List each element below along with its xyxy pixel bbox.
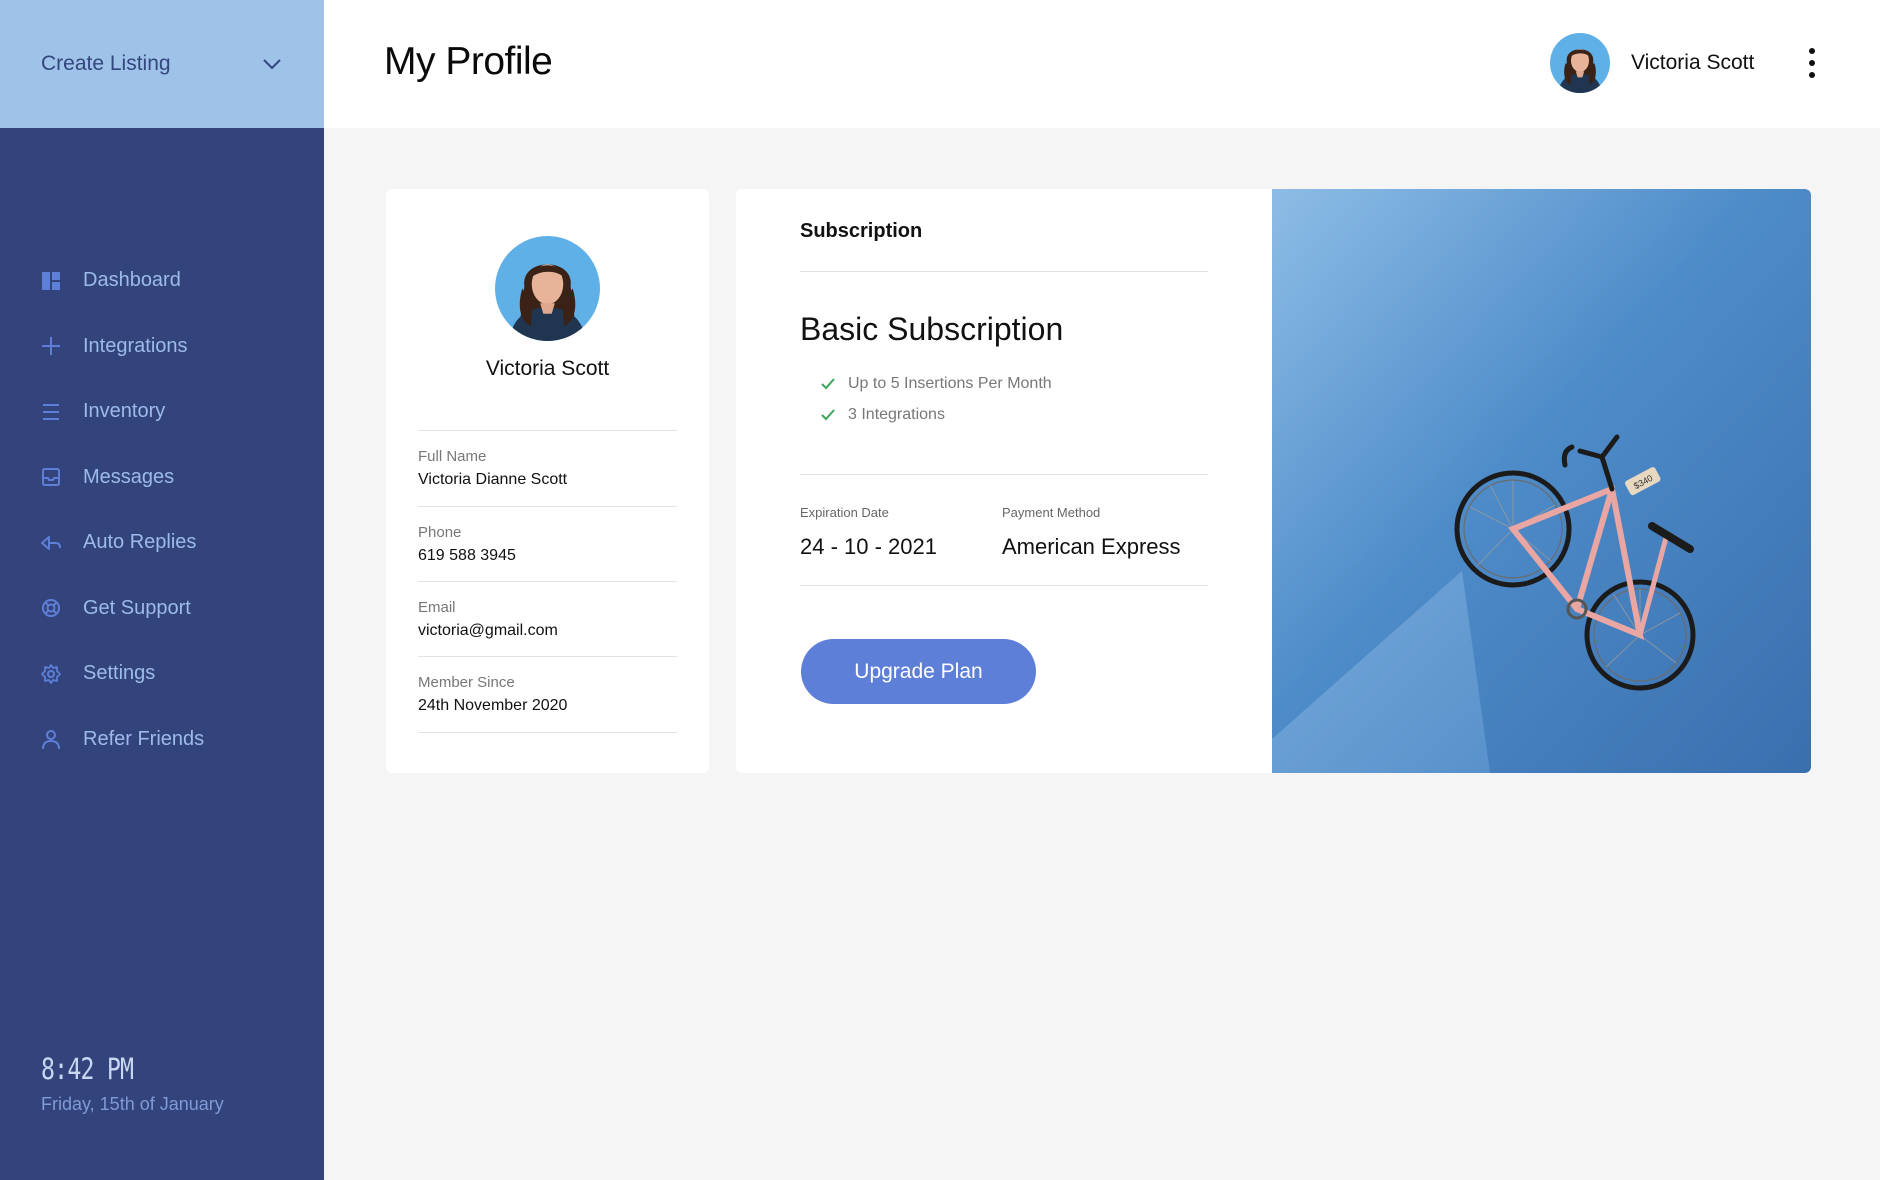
reply-icon [40, 532, 62, 554]
lifebuoy-icon [40, 597, 62, 619]
sidebar-item-get-support[interactable]: Get Support [0, 576, 324, 642]
sidebar-item-label: Auto Replies [83, 531, 197, 554]
field-value: Victoria Dianne Scott [418, 471, 568, 488]
payment-label: Payment Method [1002, 505, 1101, 520]
email-field: Email victoria@gmail.com [418, 581, 677, 640]
divider [800, 585, 1208, 586]
member-since-field: Member Since 24th November 2020 [418, 656, 677, 715]
sidebar-item-label: Messages [83, 465, 175, 488]
profile-card: Victoria Scott Full Name Victoria Dianne… [386, 189, 709, 773]
sidebar-item-label: Dashboard [83, 269, 181, 292]
top-header: My Profile Victoria Scott [324, 0, 1880, 128]
plan-name: Basic Subscription [800, 311, 1064, 347]
sidebar-item-label: Settings [83, 662, 156, 685]
check-icon [821, 378, 835, 390]
page-title: My Profile [384, 40, 553, 83]
payment-method: Payment Method American Express [1002, 505, 1181, 560]
field-label: Email [418, 599, 456, 616]
user-icon [40, 728, 62, 750]
sidebar-item-settings[interactable]: Settings [0, 641, 324, 707]
profile-avatar [495, 236, 600, 341]
expiration-value: 24 - 10 - 2021 [800, 534, 937, 559]
field-label: Phone [418, 524, 462, 541]
expiration-date: Expiration Date 24 - 10 - 2021 [800, 505, 937, 560]
sidebar-item-label: Get Support [83, 596, 191, 619]
expiration-label: Expiration Date [800, 505, 889, 520]
full-name-field: Full Name Victoria Dianne Scott [418, 430, 677, 489]
more-options-icon[interactable] [1804, 48, 1820, 78]
feature-item: 3 Integrations [820, 406, 945, 424]
field-value: 619 588 3945 [418, 547, 516, 564]
field-value: victoria@gmail.com [418, 622, 558, 639]
feature-label: Up to 5 Insertions Per Month [848, 375, 1052, 392]
bike-image: $340 [1272, 189, 1811, 773]
sidebar-item-inventory[interactable]: Inventory [0, 379, 324, 445]
feature-label: 3 Integrations [848, 406, 945, 423]
sidebar-item-dashboard[interactable]: Dashboard [0, 248, 324, 314]
clock-date: Friday, 15th of January [41, 1094, 224, 1114]
upgrade-plan-button[interactable]: Upgrade Plan [801, 639, 1036, 704]
sidebar-clock: 8:42 PM Friday, 15th of January [41, 1052, 224, 1115]
header-user-name[interactable]: Victoria Scott [1631, 51, 1754, 75]
sidebar-item-label: Integrations [83, 334, 188, 357]
sidebar-nav: Dashboard Integrations Inventory Message… [0, 248, 324, 772]
sidebar-item-auto-replies[interactable]: Auto Replies [0, 510, 324, 576]
inbox-icon [40, 466, 62, 488]
create-listing-dropdown[interactable]: Create Listing [0, 0, 324, 128]
check-icon [821, 409, 835, 421]
sidebar-item-label: Refer Friends [83, 727, 205, 750]
field-label: Member Since [418, 674, 515, 691]
subscription-heading: Subscription [800, 220, 923, 242]
payment-value: American Express [1002, 534, 1181, 559]
plus-icon [40, 335, 62, 357]
divider [800, 271, 1208, 272]
field-label: Full Name [418, 448, 487, 465]
phone-field: Phone 619 588 3945 [418, 506, 677, 565]
sidebar-item-integrations[interactable]: Integrations [0, 314, 324, 380]
field-value: 24th November 2020 [418, 697, 568, 714]
subscription-card: Subscription Basic Subscription Up to 5 … [736, 189, 1811, 773]
dashboard-icon [40, 270, 62, 292]
sidebar-item-messages[interactable]: Messages [0, 445, 324, 511]
list-icon [40, 401, 62, 423]
sidebar-item-label: Inventory [83, 400, 166, 423]
chevron-down-icon [263, 59, 281, 70]
clock-time: 8:42 PM [41, 1052, 134, 1086]
profile-name: Victoria Scott [485, 357, 610, 380]
sidebar: Create Listing Dashboard Integrations In… [0, 0, 324, 1180]
gear-icon [40, 663, 62, 685]
feature-item: Up to 5 Insertions Per Month [820, 375, 1052, 393]
divider [800, 474, 1208, 475]
create-listing-label: Create Listing [41, 52, 171, 75]
divider [418, 732, 677, 733]
sidebar-item-refer-friends[interactable]: Refer Friends [0, 707, 324, 773]
avatar[interactable] [1550, 33, 1610, 93]
